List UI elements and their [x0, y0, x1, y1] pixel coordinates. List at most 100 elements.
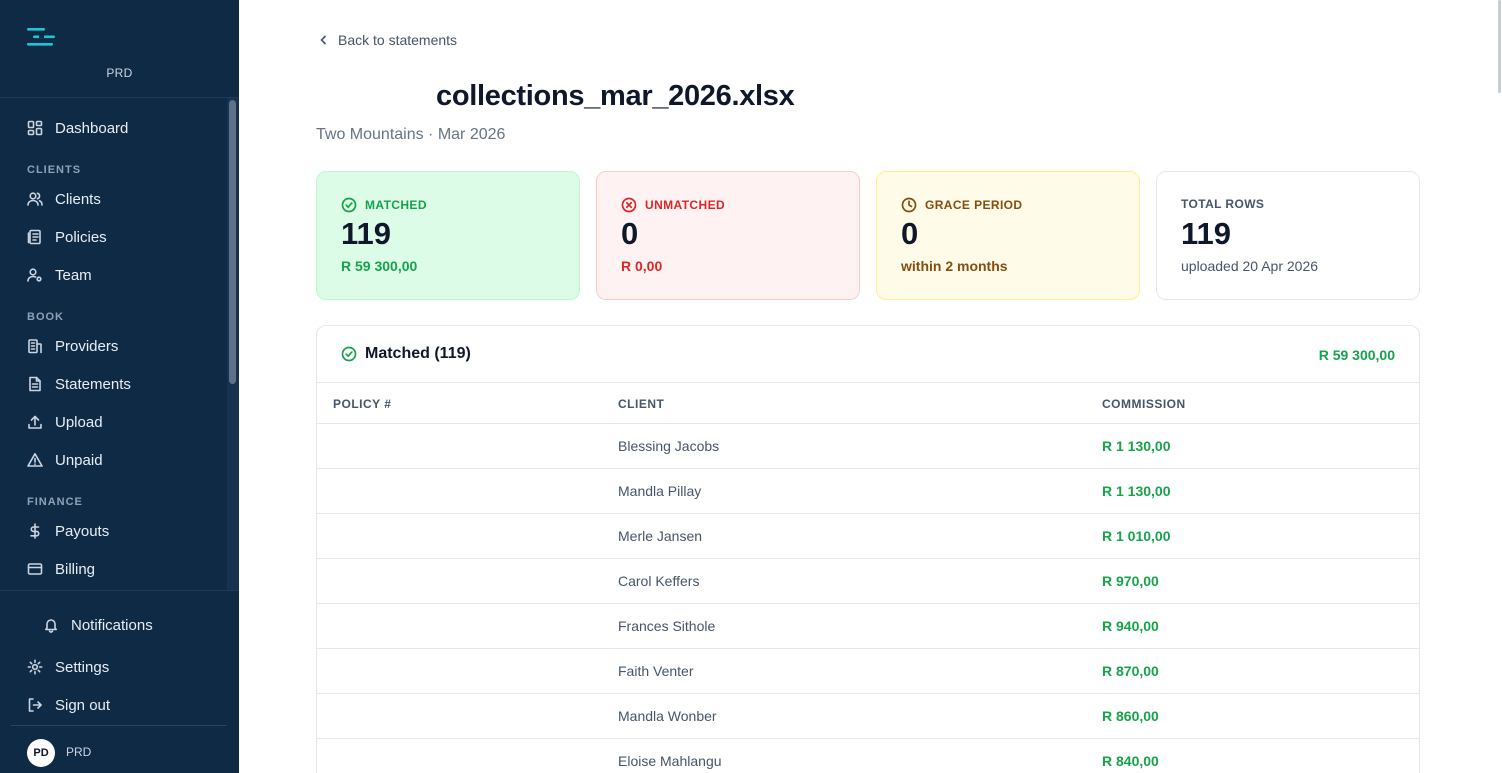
avatar[interactable]: PD	[27, 739, 55, 767]
table-row[interactable]: Mandla Pillay R 1 130,00	[317, 469, 1419, 514]
client-cell: Merle Jansen	[618, 528, 703, 544]
card-sub: R 0,00	[621, 258, 663, 274]
nav-section-book: BOOK	[27, 311, 64, 323]
sidebar-item-label: Statements	[55, 375, 131, 393]
scrollbar-thumb[interactable]	[1498, 0, 1501, 93]
clock-icon	[901, 197, 917, 213]
commission-cell: R 940,00	[1102, 618, 1159, 634]
card-label-text: MATCHED	[365, 198, 427, 212]
card-label: UNMATCHED	[621, 197, 725, 213]
dollar-icon	[30, 523, 40, 539]
card-sub: within 2 months	[901, 258, 1008, 274]
sidebar-item-upload[interactable]: Upload	[27, 410, 103, 434]
notifications-button[interactable]: Notifications	[43, 613, 153, 637]
card-label-text: UNMATCHED	[645, 198, 726, 212]
gear-icon	[27, 659, 43, 675]
column-header-commission[interactable]: COMMISSION	[1102, 397, 1186, 411]
credit-card-icon	[27, 563, 43, 575]
panel-title: Matched (119)	[341, 345, 471, 363]
panel-header[interactable]: Matched (119) R 59 300,00	[317, 326, 1419, 383]
card-value: 0	[901, 216, 919, 251]
sign-out-icon	[28, 698, 42, 712]
sidebar-item-label: Upload	[55, 413, 103, 431]
card-label: TOTAL ROWS	[1181, 197, 1264, 211]
client-cell: Blessing Jacobs	[618, 438, 720, 454]
table-row[interactable]: Frances Sithole R 940,00	[317, 604, 1419, 649]
warning-triangle-icon	[27, 453, 43, 467]
table-row[interactable]: Mandla Wonber R 860,00	[317, 694, 1419, 739]
client-cell: Faith Venter	[618, 663, 694, 679]
sidebar-nav: Dashboard CLIENTS Clients Policies Team …	[0, 98, 227, 590]
scrollbar-thumb[interactable]	[229, 100, 236, 384]
table-row[interactable]: Faith Venter R 870,00	[317, 649, 1419, 694]
card-label: MATCHED	[341, 197, 427, 213]
client-cell: Mandla Pillay	[618, 483, 702, 499]
page-scrollbar[interactable]	[1496, 0, 1502, 95]
commission-cell: R 970,00	[1102, 573, 1159, 589]
sidebar-item-policies[interactable]: Policies	[27, 225, 107, 249]
sidebar-scrollbar[interactable]	[227, 98, 239, 590]
sidebar-item-label: Policies	[55, 228, 107, 246]
nav-section-clients: CLIENTS	[27, 164, 82, 176]
table-row[interactable]: Blessing Jacobs R 1 130,00	[317, 424, 1419, 469]
client-cell: Eloise Mahlangu	[618, 753, 722, 769]
panel-title-text: Matched (119)	[365, 345, 471, 362]
column-header-client[interactable]: CLIENT	[618, 397, 664, 411]
table-header: POLICY # CLIENT COMMISSION	[317, 383, 1419, 424]
main-content: Back to statements collections_mar_2026.…	[239, 0, 1502, 773]
commission-cell: R 1 130,00	[1102, 438, 1171, 454]
sidebar-item-team[interactable]: Team	[27, 263, 92, 287]
nav-section-finance: FINANCE	[27, 496, 83, 508]
sidebar-item-providers[interactable]: Providers	[27, 334, 118, 358]
user-cog-icon	[27, 268, 42, 282]
client-cell: Mandla Wonber	[618, 708, 717, 724]
upload-icon	[28, 415, 42, 429]
bell-icon	[45, 619, 57, 633]
check-circle-icon	[341, 346, 357, 362]
table-row[interactable]: Carol Keffers R 970,00	[317, 559, 1419, 604]
sidebar-item-payouts[interactable]: Payouts	[27, 519, 109, 543]
commission-cell: R 860,00	[1102, 708, 1159, 724]
grace-period-card: GRACE PERIOD 0 within 2 months	[876, 171, 1140, 300]
sidebar-item-label: Team	[55, 266, 92, 284]
commission-cell: R 1 130,00	[1102, 483, 1171, 499]
building-icon	[28, 339, 42, 354]
table-row[interactable]: Merle Jansen R 1 010,00	[317, 514, 1419, 559]
card-sub: uploaded 20 Apr 2026	[1181, 258, 1319, 274]
sidebar-item-label: Billing	[55, 560, 96, 578]
sidebar-item-label: Payouts	[55, 522, 110, 540]
x-circle-icon	[621, 197, 637, 213]
card-label: GRACE PERIOD	[901, 197, 1022, 213]
total-rows-card: TOTAL ROWS 119 uploaded 20 Apr 2026	[1156, 171, 1420, 300]
brand: PRD	[0, 0, 239, 98]
sidebar-item-billing[interactable]: Billing	[27, 557, 95, 581]
card-value: 119	[341, 216, 392, 251]
sidebar-item-unpaid[interactable]: Unpaid	[27, 448, 103, 472]
commission-cell: R 870,00	[1102, 663, 1159, 679]
client-cell: Frances Sithole	[618, 618, 716, 634]
divider	[11, 725, 227, 726]
sidebar-item-statements[interactable]: Statements	[27, 372, 131, 396]
table-row[interactable]: Eloise Mahlangu R 840,00	[317, 739, 1419, 773]
back-to-statements-link[interactable]: Back to statements	[319, 32, 457, 48]
sidebar-item-label: Clients	[55, 190, 101, 208]
users-icon	[27, 192, 43, 206]
sidebar-item-dashboard[interactable]: Dashboard	[27, 116, 128, 140]
logo-icon[interactable]	[27, 27, 55, 47]
settings-label: Settings	[55, 658, 110, 676]
file-text-icon	[29, 376, 41, 392]
card-sub: R 59 300,00	[341, 258, 418, 274]
column-header-policy[interactable]: POLICY #	[333, 397, 391, 411]
matched-card: MATCHED 119 R 59 300,00	[316, 171, 580, 300]
settings-button[interactable]: Settings	[27, 655, 109, 679]
notifications-label: Notifications	[71, 616, 153, 634]
sidebar-item-label: Providers	[55, 337, 119, 355]
card-label-text: GRACE PERIOD	[925, 198, 1023, 212]
sidebar-item-clients[interactable]: Clients	[27, 187, 101, 211]
sign-out-label: Sign out	[55, 696, 111, 714]
panel-total: R 59 300,00	[1318, 347, 1395, 363]
page-title: collections_mar_2026.xlsx	[436, 80, 795, 112]
sign-out-button[interactable]: Sign out	[27, 693, 110, 717]
document-stack-icon	[27, 229, 41, 245]
sidebar-item-label: Dashboard	[55, 119, 129, 137]
